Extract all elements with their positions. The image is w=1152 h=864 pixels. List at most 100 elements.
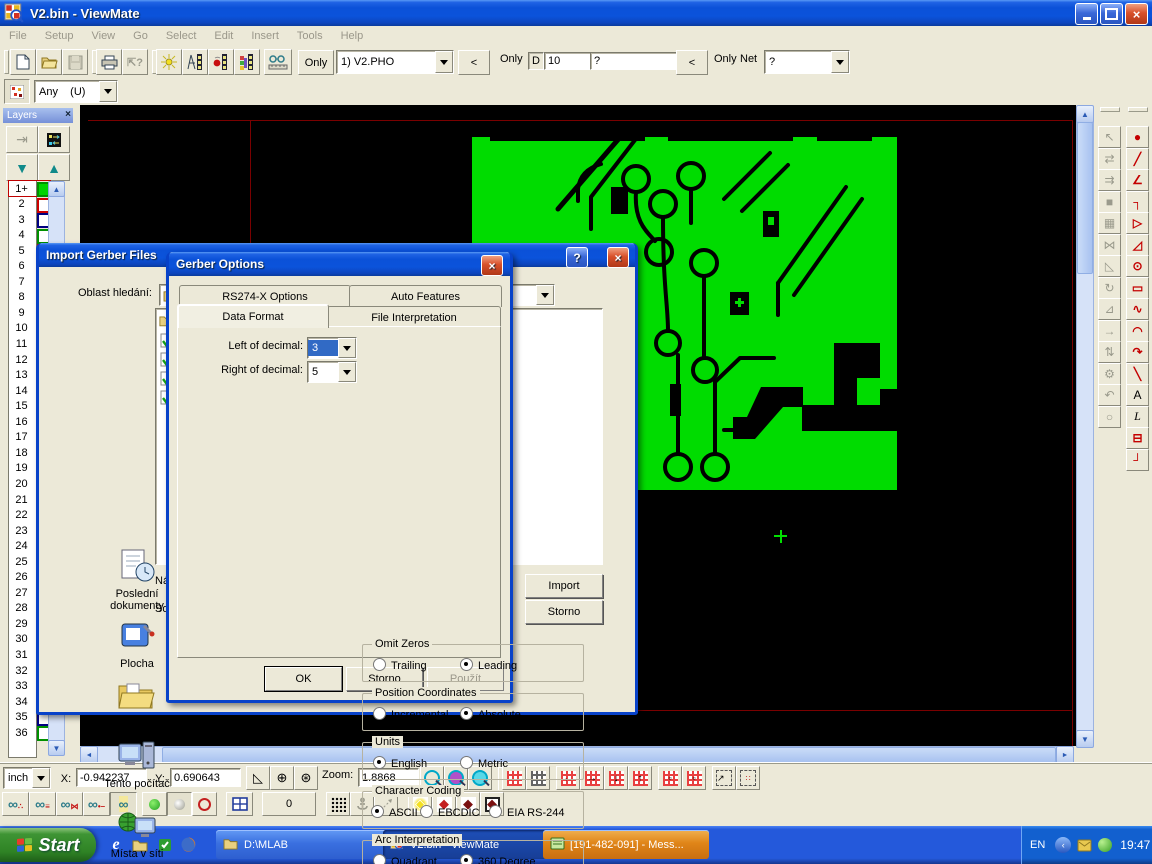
radio-icon[interactable] — [373, 707, 386, 720]
menu-item-view[interactable]: View — [82, 28, 124, 44]
select-region-button[interactable]: ∷ — [736, 766, 760, 790]
layers-film-button[interactable] — [38, 126, 70, 153]
layer-scroll-down-icon[interactable]: ▼ — [48, 740, 65, 756]
radio-icon[interactable] — [460, 854, 473, 864]
draw-tool-12[interactable]: A — [1126, 384, 1149, 406]
layer-move-down-button[interactable]: ▼ — [6, 154, 38, 181]
dropdown-arrow-icon[interactable] — [435, 51, 453, 73]
grid-snap-origin-button[interactable]: ▫ — [658, 766, 682, 790]
draw-tool-7[interactable]: ▭ — [1126, 277, 1149, 299]
layer-row-3[interactable]: 3 — [9, 212, 50, 227]
dropdown-arrow-icon[interactable] — [536, 285, 554, 305]
menu-item-insert[interactable]: Insert — [242, 28, 288, 44]
layer-move-up-button[interactable]: ▲ — [38, 154, 70, 181]
draw-tool-1[interactable]: ╱ — [1126, 148, 1149, 170]
only-layer-button[interactable]: Only — [298, 50, 334, 75]
radio-leading[interactable]: Leading — [460, 658, 517, 672]
pan-down-button[interactable]: ↓ — [604, 766, 628, 790]
draw-tool-13[interactable]: L — [1126, 406, 1149, 428]
left-of-decimal-combo[interactable]: 3 — [307, 337, 357, 359]
radio-ascii[interactable]: ASCII — [371, 805, 418, 819]
open-file-button[interactable] — [36, 49, 62, 75]
radio-icon[interactable] — [460, 756, 473, 769]
radio-trailing[interactable]: Trailing — [373, 658, 427, 672]
layers-dock-button[interactable]: ⇥ — [6, 126, 38, 153]
radio-icon[interactable] — [371, 805, 384, 818]
pan-up-button[interactable]: ↑ — [628, 766, 652, 790]
radio-incremental[interactable]: Incremental — [373, 707, 448, 721]
unit-combo[interactable]: inch — [3, 767, 51, 789]
place-network[interactable]: Místa v síti — [89, 810, 185, 860]
draw-tool-6[interactable]: ⊙ — [1126, 255, 1149, 277]
dialog-close-icon[interactable]: × — [607, 247, 629, 268]
stretch-selection-button[interactable]: ↗ — [712, 766, 736, 790]
title-bar[interactable]: V2.bin - ViewMate × — [0, 0, 1152, 26]
edit-tool-7[interactable]: ↻ — [1098, 277, 1121, 299]
layer-row-36[interactable]: 36 — [9, 725, 50, 740]
dropdown-arrow-icon[interactable] — [831, 51, 849, 73]
draw-tool-11[interactable]: ╲ — [1126, 363, 1149, 385]
minimize-button[interactable] — [1075, 3, 1098, 25]
start-button[interactable]: Start — [0, 828, 96, 862]
layers-panel-titlebar[interactable]: Layers × — [3, 108, 73, 123]
radio-ebcdic[interactable]: EBCDIC — [420, 805, 480, 819]
dcode-filter-input[interactable]: 10 — [544, 52, 593, 70]
radio-english[interactable]: English — [373, 756, 427, 770]
save-button[interactable] — [62, 49, 88, 75]
scroll-down-button[interactable]: ▼ — [1076, 730, 1094, 748]
language-indicator[interactable]: EN — [1030, 839, 1045, 851]
layer-scroll-up-icon[interactable]: ▲ — [48, 181, 65, 197]
net-select-combo[interactable]: ? — [764, 50, 850, 74]
draw-tool-3[interactable]: ┐ — [1126, 191, 1149, 213]
radio-absolute[interactable]: Absolute — [460, 707, 521, 721]
restore-button[interactable] — [1100, 3, 1123, 25]
previous-layer-button[interactable]: < — [458, 50, 490, 75]
edit-tool-4[interactable]: ▦ — [1098, 212, 1121, 234]
menu-item-edit[interactable]: Edit — [205, 28, 242, 44]
dropdown-arrow-icon[interactable] — [32, 768, 50, 788]
radio-icon[interactable] — [460, 707, 473, 720]
only-net-label[interactable]: Only — [714, 53, 737, 65]
draw-tool-5[interactable]: ◿ — [1126, 234, 1149, 256]
radio-icon[interactable] — [373, 756, 386, 769]
import-cancel-button[interactable]: Storno — [525, 600, 603, 624]
snap-button[interactable]: ⊛ — [294, 766, 318, 790]
gerber-close-icon[interactable]: × — [481, 255, 503, 276]
print-button[interactable] — [96, 49, 122, 75]
radio-icon[interactable] — [489, 805, 502, 818]
tray-message-icon[interactable] — [1077, 839, 1092, 852]
edit-tool-1[interactable]: ⇄ — [1098, 148, 1121, 170]
draw-tool-2[interactable]: ∠ — [1126, 169, 1149, 191]
draw-tool-10[interactable]: ↷ — [1126, 341, 1149, 363]
measure-tool-button[interactable] — [182, 49, 208, 75]
menu-item-tools[interactable]: Tools — [288, 28, 332, 44]
radio-eia-rs-244[interactable]: EIA RS-244 — [489, 805, 564, 819]
dropdown-arrow-icon[interactable] — [99, 81, 117, 102]
radio-icon[interactable] — [373, 854, 386, 864]
right-of-decimal-combo[interactable]: 5 — [307, 361, 357, 383]
edit-tool-5[interactable]: ⋈ — [1098, 234, 1121, 256]
radio-metric[interactable]: Metric — [460, 756, 508, 770]
highlight-view-button[interactable] — [156, 49, 182, 75]
edit-tool-12[interactable]: ↶ — [1098, 384, 1121, 406]
place-computer[interactable]: Tento počítač — [89, 740, 185, 790]
edit-tool-9[interactable]: → — [1098, 320, 1121, 342]
layer-row-4[interactable]: 4 — [9, 228, 50, 243]
edit-tool-11[interactable]: ⚙ — [1098, 363, 1121, 385]
menu-item-setup[interactable]: Setup — [36, 28, 83, 44]
edit-tool-3[interactable]: ■ — [1098, 191, 1121, 213]
menu-item-file[interactable]: File — [0, 28, 36, 44]
dcode-view-button[interactable] — [208, 49, 234, 75]
previous-net-button[interactable]: < — [676, 50, 708, 75]
only-dcode-label[interactable]: Only — [500, 53, 523, 65]
tool-column-grip[interactable] — [1100, 107, 1120, 112]
edit-tool-2[interactable]: ⇉ — [1098, 169, 1121, 191]
horizontal-scroll-thumb[interactable] — [162, 747, 1056, 763]
radio-quadrant[interactable]: Quadrant — [373, 854, 437, 864]
edit-tool-10[interactable]: ⇅ — [1098, 341, 1121, 363]
tool-column-grip[interactable] — [1128, 107, 1148, 112]
edit-tool-13[interactable]: ○ — [1098, 406, 1121, 428]
context-help-button[interactable]: ⇱? — [122, 49, 148, 75]
draw-tool-14[interactable]: ⊟ — [1126, 427, 1149, 449]
menu-item-go[interactable]: Go — [124, 28, 157, 44]
